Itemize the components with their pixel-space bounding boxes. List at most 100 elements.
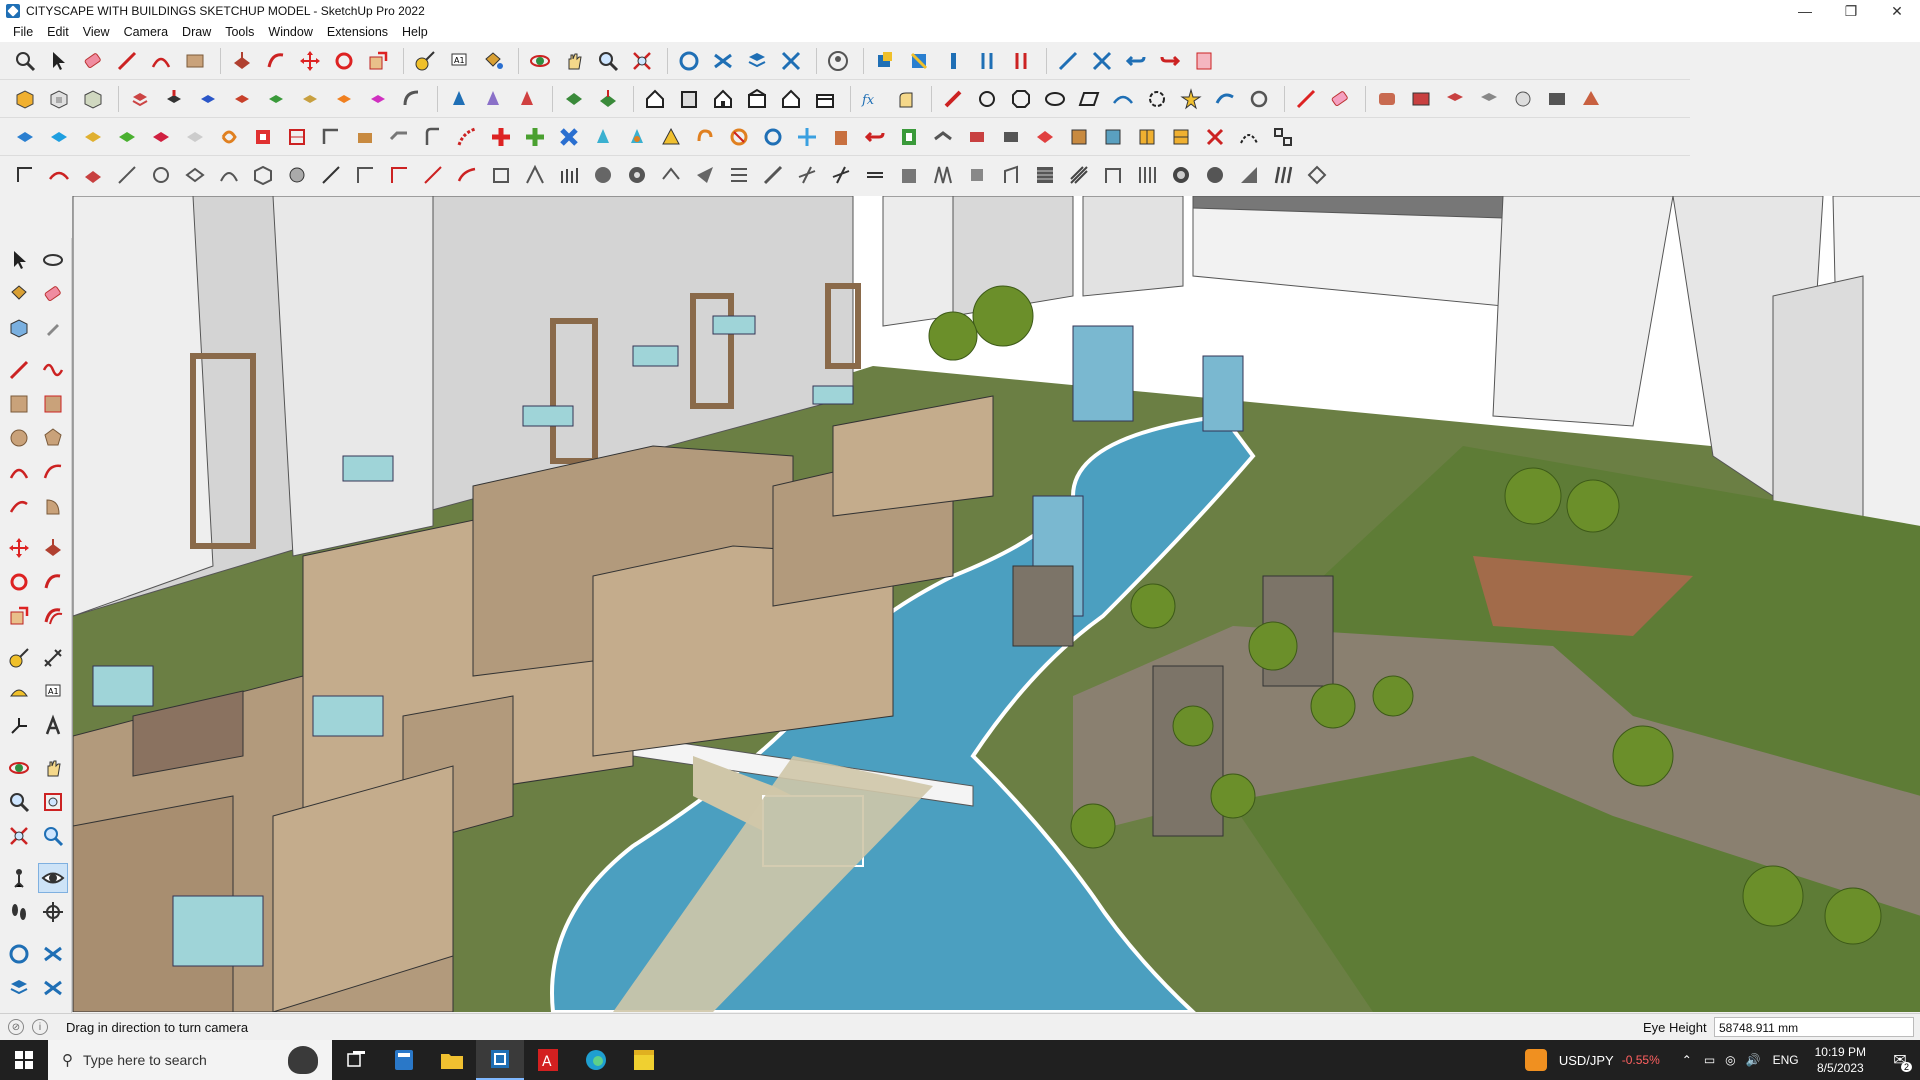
text-label-icon[interactable]: A1 (38, 677, 68, 707)
close-button[interactable]: ✕ (1874, 0, 1920, 22)
arc-icon[interactable] (4, 457, 34, 487)
dimension-icon[interactable] (38, 643, 68, 673)
plugin-30-icon[interactable] (996, 122, 1026, 152)
house-icon-5[interactable] (776, 84, 806, 114)
acrobat-icon[interactable]: A (524, 1040, 572, 1080)
line-icon[interactable] (4, 355, 34, 385)
line-red-button[interactable] (1291, 84, 1321, 114)
calculator-icon[interactable] (380, 1040, 428, 1080)
position-camera-icon[interactable] (4, 863, 34, 893)
pencil-button[interactable] (938, 84, 968, 114)
mirror-button[interactable] (444, 84, 474, 114)
select-tool-button[interactable] (44, 46, 74, 76)
material-button-1[interactable] (1372, 84, 1402, 114)
account-icon[interactable] (823, 46, 853, 76)
walk-icon[interactable] (4, 897, 34, 927)
move-tool-button[interactable] (295, 46, 325, 76)
material-button-2[interactable] (1406, 84, 1436, 114)
row4-tool-34[interactable] (1132, 160, 1162, 190)
tape-measure-icon[interactable] (4, 643, 34, 673)
plugin-22-icon[interactable] (724, 122, 754, 152)
section-plane-icon[interactable] (38, 897, 68, 927)
zoom-button[interactable] (593, 46, 623, 76)
house-icon-1[interactable] (640, 84, 670, 114)
section-fill-button[interactable] (904, 46, 934, 76)
plugin-17-icon[interactable] (554, 122, 584, 152)
shape-octagon-button[interactable] (1006, 84, 1036, 114)
rectangle-icon[interactable] (4, 389, 34, 419)
menu-help[interactable]: Help (395, 25, 435, 39)
windows-start-button[interactable] (0, 1040, 48, 1080)
rotated-rectangle-icon[interactable] (38, 389, 68, 419)
eraser-pink-button[interactable] (1325, 84, 1355, 114)
menu-edit[interactable]: Edit (40, 25, 76, 39)
row4-tool-38[interactable] (1268, 160, 1298, 190)
plugin-2-icon[interactable] (44, 122, 74, 152)
ticker-change[interactable]: -0.55% (1622, 1053, 1660, 1067)
plugin-8-icon[interactable] (248, 122, 278, 152)
measurements-box[interactable]: 58748.911 mm (1714, 1017, 1914, 1037)
material-button-6[interactable] (1542, 84, 1572, 114)
plugin-34-icon[interactable] (1132, 122, 1162, 152)
protractor-icon[interactable] (4, 677, 34, 707)
rotate-icon[interactable] (4, 567, 34, 597)
shape-loop-button[interactable] (1244, 84, 1274, 114)
plugin-20-icon[interactable] (656, 122, 686, 152)
shape-arc-button[interactable] (1108, 84, 1138, 114)
row4-tool-20[interactable] (656, 160, 686, 190)
sticky-notes-icon[interactable] (620, 1040, 668, 1080)
row4-tool-26[interactable] (860, 160, 890, 190)
volume-icon[interactable]: 🔊 (1746, 1053, 1761, 1067)
plugin-32-icon[interactable] (1064, 122, 1094, 152)
zoom-extents-button[interactable] (627, 46, 657, 76)
row4-tool-11[interactable] (350, 160, 380, 190)
house-icon-2[interactable] (674, 84, 704, 114)
row4-tool-30[interactable] (996, 160, 1026, 190)
menu-window[interactable]: Window (261, 25, 319, 39)
row4-tool-32[interactable] (1064, 160, 1094, 190)
shape-spiral-button[interactable] (1142, 84, 1172, 114)
row4-tool-13[interactable] (418, 160, 448, 190)
flip-vertical-button[interactable] (972, 46, 1002, 76)
minimize-button[interactable]: — (1782, 0, 1828, 22)
row4-tool-27[interactable] (894, 160, 924, 190)
orbit-icon[interactable] (4, 753, 34, 783)
taskbar-search-box[interactable]: ⚲ Type here to search (48, 1040, 332, 1080)
three-point-arc-icon[interactable] (4, 491, 34, 521)
plugin-38-icon[interactable] (1268, 122, 1298, 152)
orbit-tool-button[interactable] (525, 46, 555, 76)
sandbox-smoove-button[interactable] (593, 84, 623, 114)
row4-tool-21[interactable] (690, 160, 720, 190)
row4-tool-3[interactable] (78, 160, 108, 190)
align-button[interactable] (1087, 46, 1117, 76)
zoom-extents-icon[interactable] (4, 821, 34, 851)
intersect-faces-button[interactable] (125, 84, 155, 114)
styles-button[interactable] (776, 46, 806, 76)
3d-viewport[interactable] (72, 196, 1920, 1012)
flip-red-button[interactable] (1006, 46, 1036, 76)
plugin-6-icon[interactable] (180, 122, 210, 152)
row4-tool-39[interactable] (1302, 160, 1332, 190)
shape-star-button[interactable] (1176, 84, 1206, 114)
polygon-icon[interactable] (38, 423, 68, 453)
shape-curve-button[interactable] (1210, 84, 1240, 114)
row4-tool-5[interactable] (146, 160, 176, 190)
row4-tool-22[interactable] (724, 160, 754, 190)
plugin-7-icon[interactable] (214, 122, 244, 152)
plugin-29-icon[interactable] (962, 122, 992, 152)
offset-icon[interactable] (38, 601, 68, 631)
battery-icon[interactable]: ▭ (1704, 1053, 1715, 1067)
material-button-5[interactable] (1508, 84, 1538, 114)
previous-view-icon[interactable] (38, 821, 68, 851)
zoom-window-icon[interactable] (38, 787, 68, 817)
plugin-24-icon[interactable] (792, 122, 822, 152)
axes-icon[interactable] (4, 711, 34, 741)
plugin-26-icon[interactable] (860, 122, 890, 152)
row4-tool-12[interactable] (384, 160, 414, 190)
house-icon-6[interactable] (810, 84, 840, 114)
plugin-23-icon[interactable] (758, 122, 788, 152)
material-button-4[interactable] (1474, 84, 1504, 114)
row4-tool-25[interactable] (826, 160, 856, 190)
row4-tool-23[interactable] (758, 160, 788, 190)
section-cut-button[interactable] (938, 46, 968, 76)
